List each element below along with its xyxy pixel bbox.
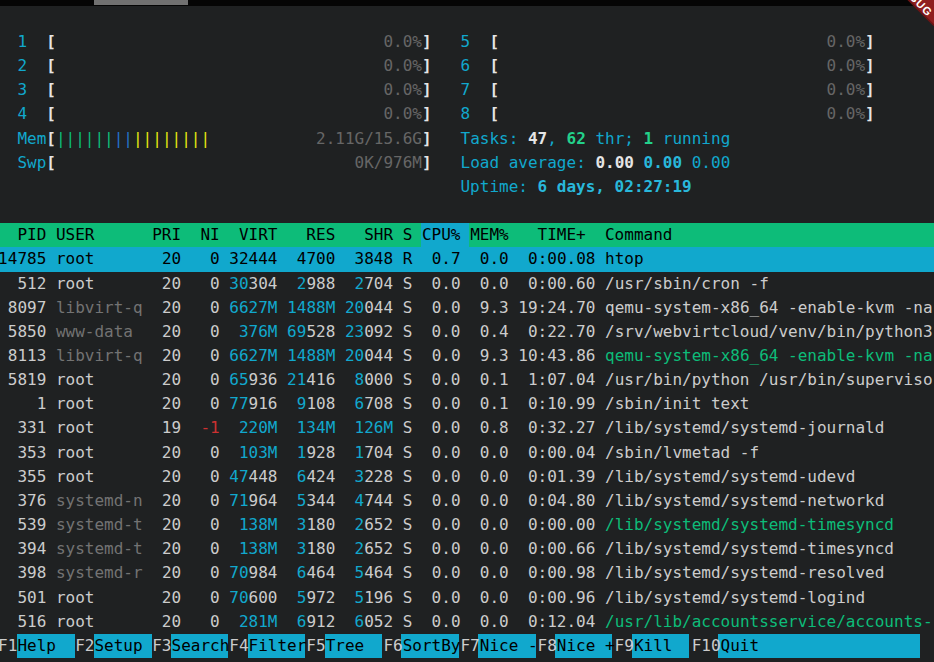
svg-text:DEBUG: DEBUG [895, 0, 934, 19]
